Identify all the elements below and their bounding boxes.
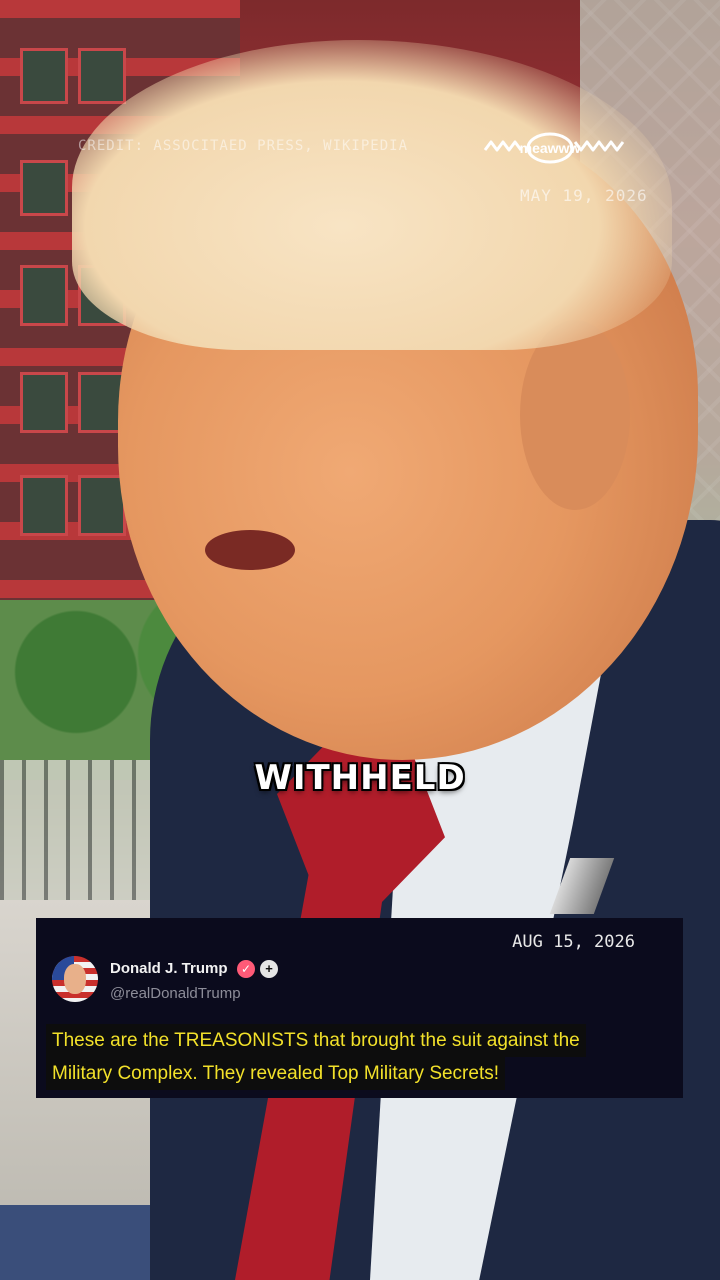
post-card: AUG 15, 2026 Donald J. Trump ✓ + @realDo… [36,918,683,1098]
avatar [52,956,98,1002]
author-name: Donald J. Trump [110,960,228,977]
photo-credit: CREDIT: ASSOCITAED PRESS, WIKIPEDIA [78,138,409,154]
subject-ear [520,320,630,510]
brand-text: meawww [520,140,581,156]
caption-text: WITHHELD [254,758,466,798]
subject-mouth [205,530,295,570]
video-frame: CREDIT: ASSOCITAED PRESS, WIKIPEDIA meaw… [0,0,720,1280]
brand-logo: meawww [483,132,625,164]
plus-icon: + [260,960,278,978]
video-date: MAY 19, 2026 [520,186,648,205]
post-text: These are the TREASONISTS that brought t… [46,1024,652,1090]
post-text-line: Military Complex. They revealed Top Mili… [46,1057,506,1090]
author-handle: @realDonaldTrump [110,985,241,1002]
post-date: AUG 15, 2026 [512,932,635,952]
verified-check-icon: ✓ [237,960,255,978]
post-text-line: These are the TREASONISTS that brought t… [46,1024,586,1057]
